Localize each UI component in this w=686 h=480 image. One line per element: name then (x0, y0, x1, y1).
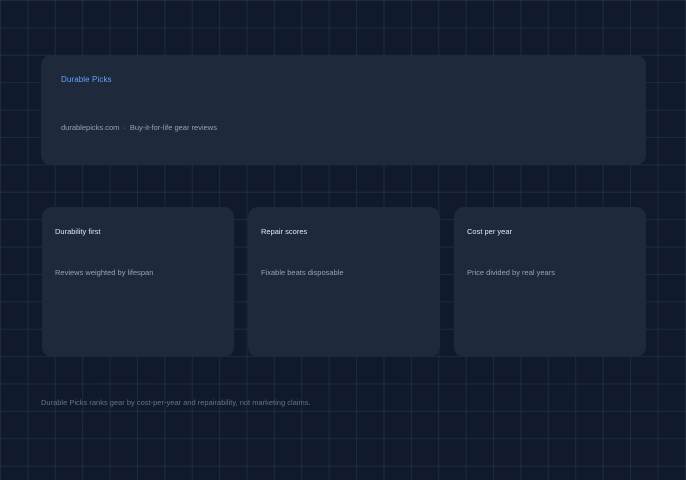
feature-card-description: Price divided by real years (467, 268, 555, 277)
feature-card-title: Cost per year (467, 227, 513, 236)
hero-card: Durable Picks durablepicks.com · Buy-it-fo… (41, 55, 646, 165)
feature-card-repair: Repair scores Fixable beats disposable (248, 207, 440, 357)
brand-name[interactable]: Durable Picks (61, 75, 112, 84)
tagline-separator: · (123, 123, 126, 132)
feature-card-description: Fixable beats disposable (261, 268, 344, 277)
footer-note: Durable Picks ranks gear by cost-per-yea… (41, 398, 311, 407)
site-domain: durablepicks.com (61, 123, 120, 132)
feature-card-durability: Durability first Reviews weighted by lif… (42, 207, 234, 357)
hero-tagline: durablepicks.com · Buy-it-for-life gear re… (61, 123, 217, 132)
feature-card-description: Reviews weighted by lifespan (55, 268, 154, 277)
site-tagline: Buy-it-for-life gear reviews (129, 123, 217, 132)
feature-card-cost: Cost per year Price divided by real year… (454, 207, 646, 357)
feature-card-title: Repair scores (261, 227, 308, 236)
feature-card-title: Durability first (55, 227, 101, 236)
